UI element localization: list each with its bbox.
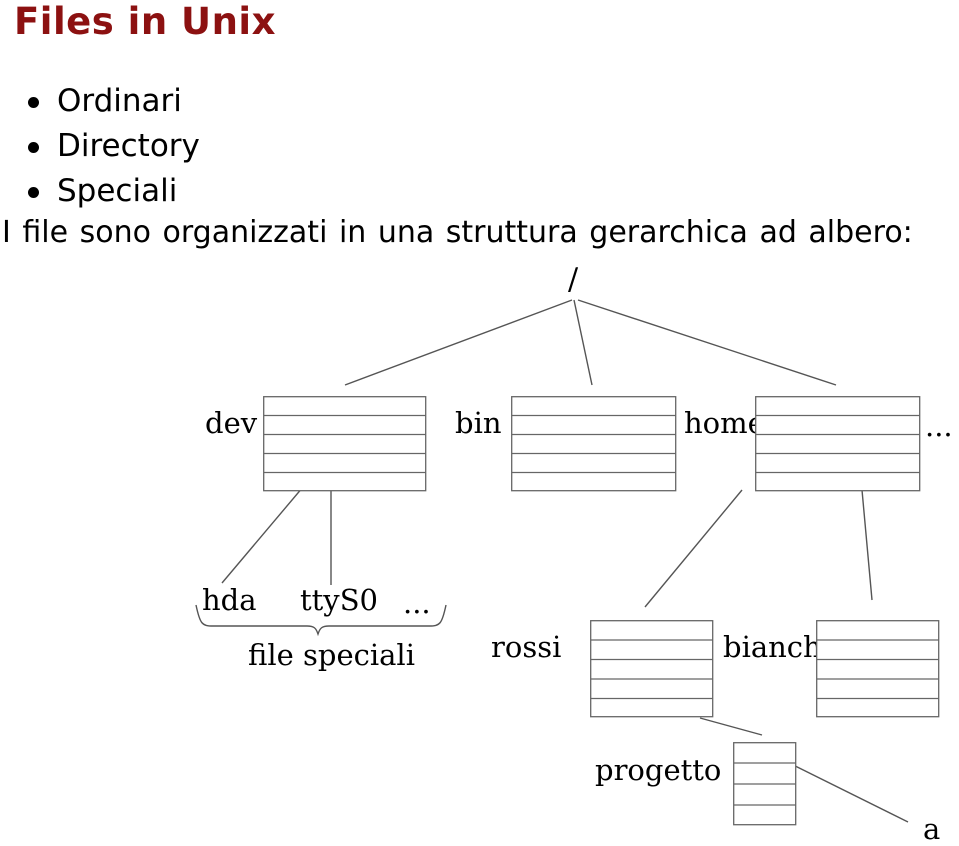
tree-level1-ellipsis: ... [925,409,953,443]
tree-dev-ellipsis: ... [403,586,431,620]
folder-icon-bin [511,396,677,492]
edge-home-bianchi [861,489,873,601]
edge-root-home [577,299,837,386]
tree-node-rossi: rossi [491,630,562,664]
tree-node-home: home [684,406,765,440]
edge-root-dev [344,299,573,386]
folder-icon-rossi [590,620,714,718]
edge-home-rossi [644,489,743,608]
tree-node-root: / [568,262,579,297]
tree-node-dev: dev [205,406,258,440]
filesystem-tree-diagram: / dev bin home ... hda ttyS0 ... file sp… [0,0,959,846]
edge-rossi-progetto [699,717,763,736]
folder-icon-dev [263,396,427,492]
tree-node-a: a [923,812,941,846]
edge-root-bin [573,299,593,386]
tree-node-ttys0: ttyS0 [300,583,379,617]
folder-icon-bianchi [816,620,940,718]
tree-node-progetto: progetto [595,753,722,787]
tree-node-bin: bin [455,406,502,440]
tree-node-bianchi: bianchi [723,630,831,664]
edge-dev-hda [221,486,304,584]
folder-icon-home [755,396,921,492]
folder-icon-progetto [733,742,797,826]
tree-node-hda: hda [202,583,257,617]
brace-label-file-speciali: file speciali [248,638,415,672]
